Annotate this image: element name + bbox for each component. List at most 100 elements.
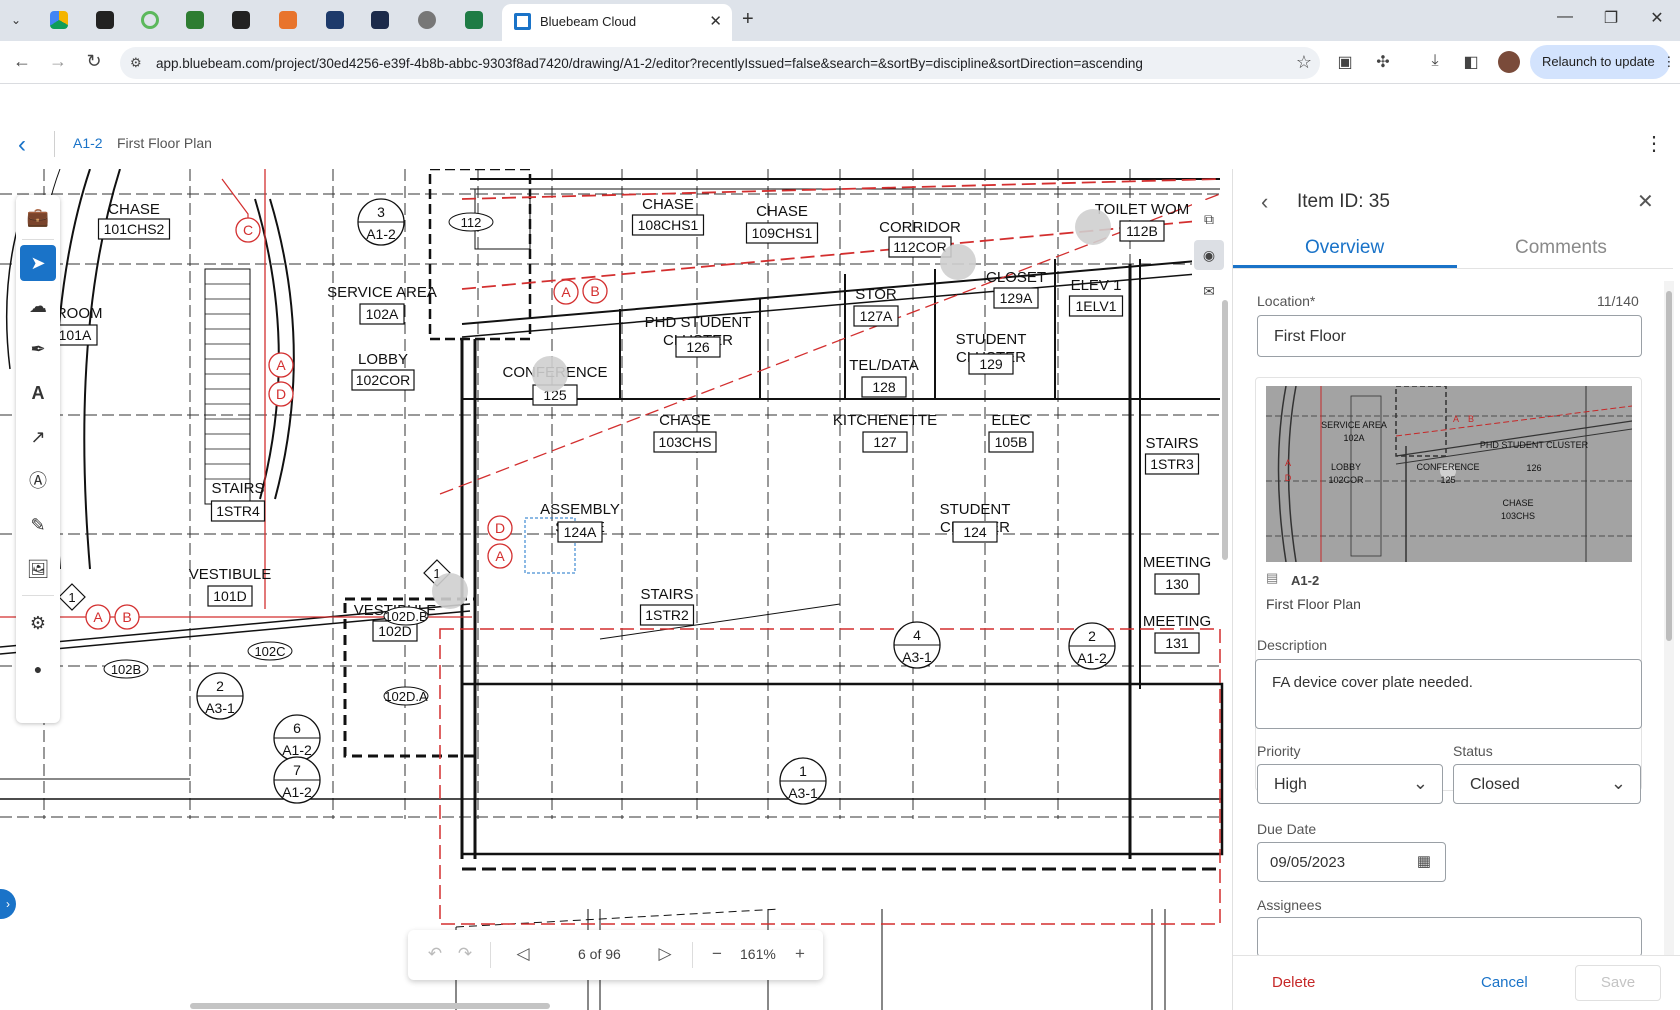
callout-sheet: A1-2	[366, 226, 396, 242]
floor-plan-drawing[interactable]: CHASE 101CHS2 CHASE 108CHS1 CHASE 109CHS1 CORR…	[0, 169, 1230, 1010]
room-number: 128	[872, 379, 896, 395]
canvas-horizontal-scrollbar[interactable]	[190, 1003, 550, 1009]
close-tab-icon[interactable]: ✕	[709, 12, 722, 30]
textbox-icon[interactable]: Ⓐ	[20, 463, 56, 499]
cancel-button[interactable]: Cancel	[1481, 974, 1528, 991]
forward-icon[interactable]: →	[46, 51, 70, 72]
omnibox[interactable]: ⚙ app.bluebeam.com/project/30ed4256-e39f…	[120, 47, 1320, 79]
active-tab[interactable]: Bluebeam Cloud ✕	[502, 4, 732, 41]
url-text[interactable]: app.bluebeam.com/project/30ed4256-e39f-4…	[156, 56, 1143, 71]
comments-icon[interactable]: ✉	[1194, 276, 1224, 306]
markup-pin	[940, 244, 976, 280]
view-toolbar: ⧉ ◉ ✉	[1192, 200, 1226, 310]
tab-favicon-4[interactable]	[186, 11, 204, 29]
drawing-canvas[interactable]: CHASE 101CHS2 CHASE 108CHS1 CHASE 109CHS1 CORR…	[0, 169, 1230, 1010]
tab-favicon-6[interactable]	[279, 11, 297, 29]
tab-favicon-10[interactable]	[465, 11, 483, 29]
room-label: ELEV 1 1ELV1	[1068, 277, 1124, 317]
room-name: MEETING	[1143, 613, 1211, 630]
cloud-icon[interactable]: ☁	[20, 288, 56, 324]
arrow-icon[interactable]: ↗	[20, 419, 56, 455]
dot-icon[interactable]: ●	[20, 651, 56, 687]
room-number: 103CHS	[659, 434, 712, 450]
thumbnail-label: B	[1468, 414, 1474, 424]
room-label: TEL/DATA 128	[849, 357, 919, 398]
zoom-out-icon[interactable]: −	[706, 944, 728, 964]
undo-icon[interactable]: ↶	[424, 944, 446, 964]
restore-icon[interactable]: ❐	[1596, 8, 1626, 28]
room-number: 101A	[59, 327, 92, 343]
panel-back-chevron-icon[interactable]: ‹	[1261, 189, 1268, 215]
tab-favicon-5[interactable]	[232, 11, 250, 29]
sheet-id-breadcrumb[interactable]: A1-2	[73, 135, 103, 151]
download-icon[interactable]: ⤓	[1424, 52, 1446, 70]
room-label: MEETING 131	[1143, 613, 1211, 654]
assignees-field[interactable]	[1257, 917, 1642, 957]
tab-favicon-1[interactable]	[50, 11, 68, 29]
markup-toolbar: 💼 ➤ ☁ ✒ A ↗ Ⓐ ✎ 🖼 ⚙ ●	[16, 195, 60, 723]
sheet-thumbnail-image[interactable]: SERVICE AREA 102A LOBBY 102COR PHD STUDENT C…	[1266, 386, 1632, 562]
grid-bubble: B	[582, 278, 608, 304]
due-date-field[interactable]: 09/05/2023 ▦	[1257, 842, 1446, 882]
close-window-icon[interactable]: ✕	[1642, 8, 1672, 28]
gear-hash-icon[interactable]: ⚙	[20, 605, 56, 641]
room-label: KITCHENETTE 127	[833, 412, 937, 453]
canvas-vertical-scrollbar[interactable]	[1222, 300, 1228, 560]
thumbnail-label: 125	[1440, 475, 1455, 485]
delete-button[interactable]: Delete	[1272, 974, 1315, 991]
room-name: CLOSET	[986, 269, 1046, 286]
image-icon[interactable]: 🖼	[20, 551, 56, 587]
profile-avatar[interactable]	[1498, 51, 1520, 73]
text-icon[interactable]: A	[20, 375, 56, 411]
door-tag: 102C	[247, 641, 293, 661]
room-number: 1STR3	[1150, 456, 1194, 472]
tab-favicon-7[interactable]	[326, 11, 344, 29]
new-tab-plus-icon[interactable]: +	[742, 8, 754, 31]
panel-scrollbar-thumb[interactable]	[1666, 291, 1672, 641]
pen-icon[interactable]: ✒	[20, 331, 56, 367]
tab-search-chevron-icon[interactable]: ⌄	[6, 10, 26, 30]
priority-select[interactable]: High ⌄	[1257, 764, 1443, 804]
description-field[interactable]: FA device cover plate needed.	[1255, 659, 1642, 729]
briefcase-icon[interactable]: 💼	[20, 199, 56, 235]
tab-overview[interactable]: Overview	[1305, 237, 1384, 259]
previous-page-icon[interactable]: ◁	[512, 944, 534, 964]
pointer-icon[interactable]: ➤	[20, 245, 56, 281]
layers-icon[interactable]: ⧉	[1194, 204, 1224, 234]
save-button[interactable]: Save	[1575, 965, 1661, 1001]
back-to-drawings-icon[interactable]: ‹	[18, 131, 26, 159]
status-select[interactable]: Closed ⌄	[1453, 764, 1641, 804]
room-label: STAIRS 1STR4	[210, 480, 266, 522]
tab-favicon-9[interactable]	[418, 11, 436, 29]
panel-close-icon[interactable]: ✕	[1637, 189, 1654, 214]
callout-number: 2	[1088, 628, 1096, 644]
room-label: STAIRS 1STR2	[639, 586, 695, 626]
browser-menu-icon[interactable]: ⋮	[1662, 54, 1675, 69]
panel-scrollbar[interactable]	[1664, 281, 1674, 961]
fingerprint-icon[interactable]: ◉	[1194, 240, 1224, 270]
relaunch-button[interactable]: Relaunch to update ⋮	[1530, 45, 1675, 79]
reload-icon[interactable]: ↻	[82, 51, 106, 72]
highlighter-icon[interactable]: ✎	[20, 507, 56, 543]
tab-comments[interactable]: Comments	[1515, 237, 1607, 259]
minimize-icon[interactable]: —	[1550, 8, 1580, 26]
more-options-icon[interactable]: ⋮	[1644, 131, 1664, 156]
tab-favicon-3[interactable]	[141, 11, 159, 29]
room-name: ASSEMBLY	[540, 501, 620, 518]
tab-favicon-2[interactable]	[96, 11, 114, 29]
zoom-in-icon[interactable]: +	[789, 944, 811, 964]
back-icon[interactable]: ←	[10, 51, 34, 72]
site-info-icon[interactable]: ⚙	[130, 55, 142, 71]
side-panel-icon[interactable]: ◧	[1460, 52, 1482, 72]
next-page-icon[interactable]: ▷	[654, 944, 676, 964]
calendar-icon[interactable]: ▦	[1417, 852, 1431, 870]
extension-wallet-icon[interactable]: ▣	[1334, 52, 1356, 72]
redo-icon[interactable]: ↷	[454, 944, 476, 964]
due-date-label: Due Date	[1257, 821, 1317, 837]
active-tab-indicator	[1233, 265, 1457, 268]
location-field[interactable]: First Floor	[1257, 315, 1642, 357]
room-name: SERVICE AREA	[327, 284, 437, 301]
tab-favicon-8[interactable]	[371, 11, 389, 29]
bookmark-star-icon[interactable]: ☆	[1296, 52, 1312, 73]
extensions-puzzle-icon[interactable]: ✣	[1372, 52, 1394, 72]
